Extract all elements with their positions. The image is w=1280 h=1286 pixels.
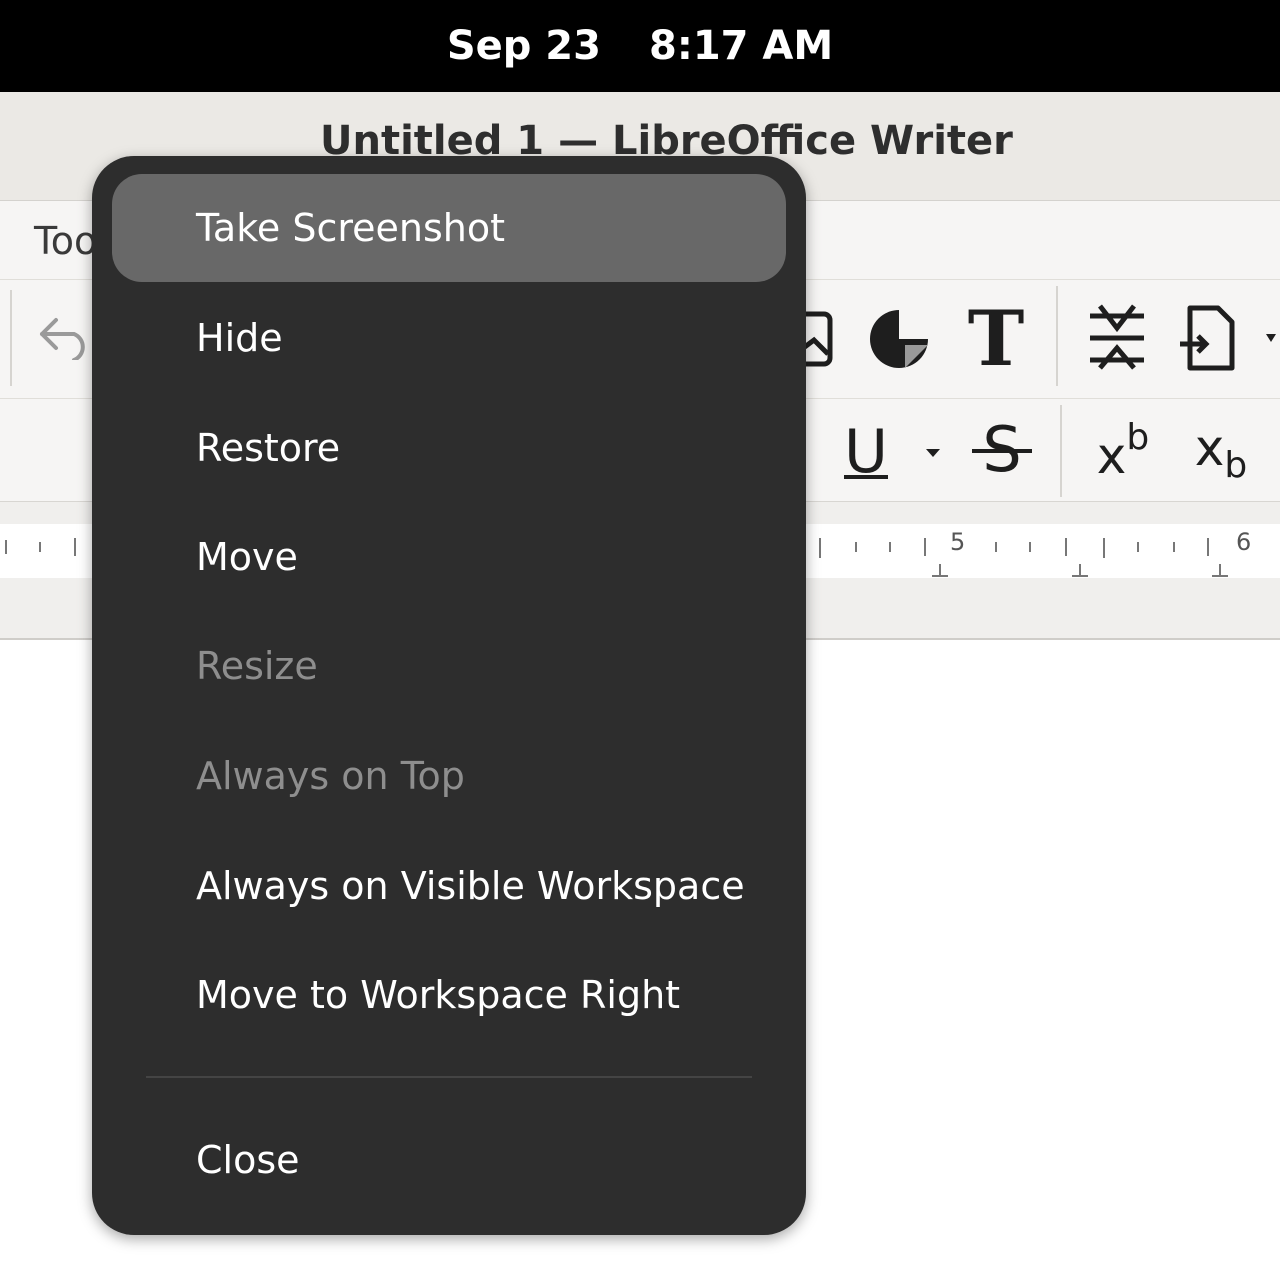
text-box-icon[interactable]: T: [958, 294, 1034, 383]
subscript-icon[interactable]: xb: [1186, 417, 1256, 487]
subscript-base: x: [1194, 419, 1225, 477]
strikethrough-icon[interactable]: S: [970, 415, 1034, 485]
ruler-label: 6: [1236, 528, 1252, 556]
menu-item-resize: Resize: [196, 644, 318, 688]
page-break-icon[interactable]: [1084, 304, 1150, 370]
toolbar-separator: [1056, 286, 1058, 386]
menu-item-move[interactable]: Move: [112, 503, 786, 611]
menu-item-take-screenshot[interactable]: Take Screenshot: [112, 174, 786, 282]
toolbar-separator: [10, 290, 12, 386]
toolbar-separator: [1060, 405, 1062, 497]
chevron-down-icon[interactable]: [922, 445, 944, 461]
superscript-base: x: [1096, 427, 1127, 485]
subscript-sub: b: [1224, 444, 1248, 486]
window-context-menu: Take Screenshot Hide Restore Move Resize…: [92, 156, 806, 1235]
field-icon[interactable]: [1180, 304, 1240, 372]
underline-glyph: U: [844, 417, 888, 487]
clock-date[interactable]: Sep 23: [447, 23, 601, 69]
menu-item-hide[interactable]: Hide: [112, 284, 786, 392]
ruler-label: 5: [950, 528, 966, 556]
strike-bar: [972, 449, 1032, 453]
menu-item-restore[interactable]: Restore: [112, 394, 786, 502]
menu-separator: [146, 1076, 752, 1078]
chart-icon[interactable]: [866, 306, 932, 372]
menu-item-always-on-top: Always on Top: [196, 754, 465, 798]
menu-item-move-to-workspace-right[interactable]: Move to Workspace Right: [112, 941, 786, 1049]
undo-icon[interactable]: [34, 308, 94, 368]
menu-tools[interactable]: Too: [34, 219, 97, 263]
underline-bar: [844, 475, 888, 479]
superscript-exp: b: [1126, 416, 1150, 458]
menu-item-always-on-visible-workspace[interactable]: Always on Visible Workspace: [112, 832, 786, 940]
menu-item-close[interactable]: Close: [112, 1106, 786, 1214]
chevron-down-icon[interactable]: [1262, 332, 1280, 346]
underline-icon[interactable]: U: [838, 417, 894, 487]
superscript-icon[interactable]: xb: [1088, 413, 1158, 486]
clock-time[interactable]: 8:17 AM: [649, 23, 833, 69]
top-bar: Sep 23 8:17 AM: [0, 0, 1280, 92]
